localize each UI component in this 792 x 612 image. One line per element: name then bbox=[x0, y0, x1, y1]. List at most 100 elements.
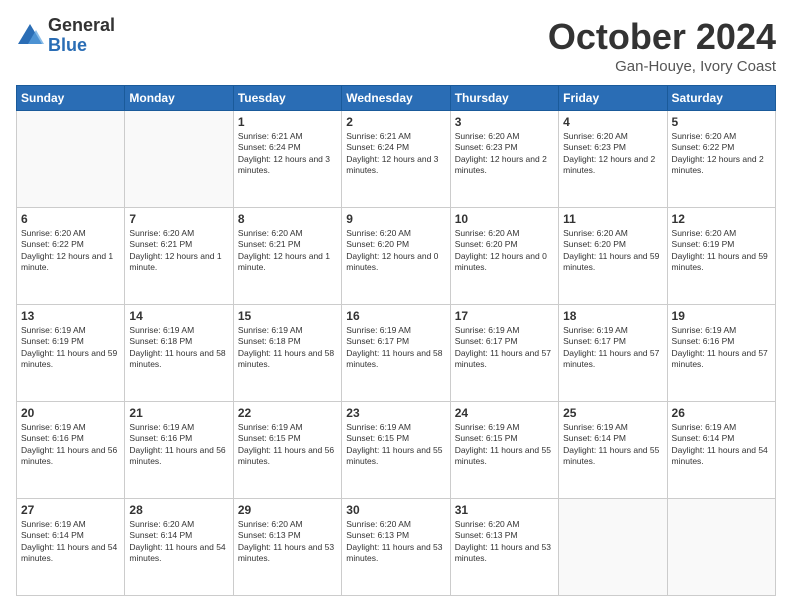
logo-general: General bbox=[48, 16, 115, 36]
day-number: 19 bbox=[672, 309, 771, 323]
day-number: 3 bbox=[455, 115, 554, 129]
day-number: 18 bbox=[563, 309, 662, 323]
calendar-cell: 9 Sunrise: 6:20 AM Sunset: 6:20 PM Daylig… bbox=[342, 208, 450, 305]
day-info: Sunrise: 6:20 AM Sunset: 6:20 PM Dayligh… bbox=[346, 228, 445, 274]
calendar-cell: 18 Sunrise: 6:19 AM Sunset: 6:17 PM Dayli… bbox=[559, 305, 667, 402]
calendar-week-row: 20 Sunrise: 6:19 AM Sunset: 6:16 PM Dayli… bbox=[17, 402, 776, 499]
day-info: Sunrise: 6:21 AM Sunset: 6:24 PM Dayligh… bbox=[238, 131, 337, 177]
day-number: 15 bbox=[238, 309, 337, 323]
calendar-cell: 23 Sunrise: 6:19 AM Sunset: 6:15 PM Dayli… bbox=[342, 402, 450, 499]
day-number: 5 bbox=[672, 115, 771, 129]
calendar-cell: 5 Sunrise: 6:20 AM Sunset: 6:22 PM Daylig… bbox=[667, 111, 775, 208]
day-info: Sunrise: 6:20 AM Sunset: 6:23 PM Dayligh… bbox=[455, 131, 554, 177]
day-number: 23 bbox=[346, 406, 445, 420]
calendar-week-row: 1Sunrise: 6:21 AM Sunset: 6:24 PM Daylig… bbox=[17, 111, 776, 208]
day-info: Sunrise: 6:20 AM Sunset: 6:22 PM Dayligh… bbox=[672, 131, 771, 177]
calendar-cell: 8Sunrise: 6:20 AM Sunset: 6:21 PM Daylig… bbox=[233, 208, 341, 305]
day-number: 13 bbox=[21, 309, 120, 323]
day-info: Sunrise: 6:19 AM Sunset: 6:16 PM Dayligh… bbox=[672, 325, 771, 371]
day-info: Sunrise: 6:19 AM Sunset: 6:17 PM Dayligh… bbox=[563, 325, 662, 371]
weekday-header: Monday bbox=[125, 86, 233, 111]
weekday-header: Wednesday bbox=[342, 86, 450, 111]
calendar-cell bbox=[559, 499, 667, 596]
day-info: Sunrise: 6:20 AM Sunset: 6:22 PM Dayligh… bbox=[21, 228, 120, 274]
day-number: 29 bbox=[238, 503, 337, 517]
logo-text: General Blue bbox=[48, 16, 115, 56]
day-number: 17 bbox=[455, 309, 554, 323]
location: Gan-Houye, Ivory Coast bbox=[548, 58, 776, 75]
calendar-cell: 26Sunrise: 6:19 AM Sunset: 6:14 PM Dayli… bbox=[667, 402, 775, 499]
calendar-cell: 10 Sunrise: 6:20 AM Sunset: 6:20 PM Dayli… bbox=[450, 208, 558, 305]
day-number: 10 bbox=[455, 212, 554, 226]
calendar-cell: 20 Sunrise: 6:19 AM Sunset: 6:16 PM Dayli… bbox=[17, 402, 125, 499]
day-number: 2 bbox=[346, 115, 445, 129]
calendar-header-row: SundayMondayTuesdayWednesdayThursdayFrid… bbox=[17, 86, 776, 111]
weekday-header: Saturday bbox=[667, 86, 775, 111]
calendar-cell: 22 Sunrise: 6:19 AM Sunset: 6:15 PM Dayli… bbox=[233, 402, 341, 499]
calendar-cell bbox=[667, 499, 775, 596]
weekday-header: Tuesday bbox=[233, 86, 341, 111]
day-number: 6 bbox=[21, 212, 120, 226]
calendar-cell: 30 Sunrise: 6:20 AM Sunset: 6:13 PM Dayli… bbox=[342, 499, 450, 596]
calendar-cell bbox=[17, 111, 125, 208]
calendar-cell: 31Sunrise: 6:20 AM Sunset: 6:13 PM Dayli… bbox=[450, 499, 558, 596]
day-number: 9 bbox=[346, 212, 445, 226]
calendar-cell: 3 Sunrise: 6:20 AM Sunset: 6:23 PM Daylig… bbox=[450, 111, 558, 208]
day-number: 21 bbox=[129, 406, 228, 420]
calendar-cell: 25Sunrise: 6:19 AM Sunset: 6:14 PM Dayli… bbox=[559, 402, 667, 499]
calendar-cell: 14Sunrise: 6:19 AM Sunset: 6:18 PM Dayli… bbox=[125, 305, 233, 402]
day-number: 27 bbox=[21, 503, 120, 517]
calendar-cell: 28 Sunrise: 6:20 AM Sunset: 6:14 PM Dayli… bbox=[125, 499, 233, 596]
calendar: SundayMondayTuesdayWednesdayThursdayFrid… bbox=[16, 85, 776, 596]
calendar-cell: 17 Sunrise: 6:19 AM Sunset: 6:17 PM Dayli… bbox=[450, 305, 558, 402]
day-info: Sunrise: 6:20 AM Sunset: 6:13 PM Dayligh… bbox=[346, 519, 445, 565]
day-number: 24 bbox=[455, 406, 554, 420]
calendar-cell: 16 Sunrise: 6:19 AM Sunset: 6:17 PM Dayli… bbox=[342, 305, 450, 402]
day-number: 25 bbox=[563, 406, 662, 420]
page: General Blue October 2024 Gan-Houye, Ivo… bbox=[0, 0, 792, 612]
day-info: Sunrise: 6:19 AM Sunset: 6:15 PM Dayligh… bbox=[238, 422, 337, 468]
month-title: October 2024 bbox=[548, 16, 776, 58]
title-area: October 2024 Gan-Houye, Ivory Coast bbox=[548, 16, 776, 75]
day-info: Sunrise: 6:20 AM Sunset: 6:14 PM Dayligh… bbox=[129, 519, 228, 565]
day-number: 22 bbox=[238, 406, 337, 420]
day-info: Sunrise: 6:20 AM Sunset: 6:13 PM Dayligh… bbox=[238, 519, 337, 565]
day-number: 4 bbox=[563, 115, 662, 129]
day-info: Sunrise: 6:20 AM Sunset: 6:19 PM Dayligh… bbox=[672, 228, 771, 274]
day-info: Sunrise: 6:21 AM Sunset: 6:24 PM Dayligh… bbox=[346, 131, 445, 177]
day-info: Sunrise: 6:19 AM Sunset: 6:15 PM Dayligh… bbox=[346, 422, 445, 468]
day-info: Sunrise: 6:19 AM Sunset: 6:16 PM Dayligh… bbox=[21, 422, 120, 468]
day-number: 14 bbox=[129, 309, 228, 323]
day-number: 20 bbox=[21, 406, 120, 420]
calendar-cell: 21Sunrise: 6:19 AM Sunset: 6:16 PM Dayli… bbox=[125, 402, 233, 499]
weekday-header: Sunday bbox=[17, 86, 125, 111]
day-info: Sunrise: 6:20 AM Sunset: 6:23 PM Dayligh… bbox=[563, 131, 662, 177]
calendar-cell: 2 Sunrise: 6:21 AM Sunset: 6:24 PM Daylig… bbox=[342, 111, 450, 208]
day-number: 16 bbox=[346, 309, 445, 323]
day-info: Sunrise: 6:19 AM Sunset: 6:14 PM Dayligh… bbox=[21, 519, 120, 565]
calendar-cell: 29 Sunrise: 6:20 AM Sunset: 6:13 PM Dayli… bbox=[233, 499, 341, 596]
day-info: Sunrise: 6:19 AM Sunset: 6:17 PM Dayligh… bbox=[455, 325, 554, 371]
calendar-week-row: 27 Sunrise: 6:19 AM Sunset: 6:14 PM Dayli… bbox=[17, 499, 776, 596]
day-number: 28 bbox=[129, 503, 228, 517]
day-number: 8 bbox=[238, 212, 337, 226]
calendar-week-row: 13 Sunrise: 6:19 AM Sunset: 6:19 PM Dayli… bbox=[17, 305, 776, 402]
calendar-cell: 15Sunrise: 6:19 AM Sunset: 6:18 PM Dayli… bbox=[233, 305, 341, 402]
day-info: Sunrise: 6:20 AM Sunset: 6:20 PM Dayligh… bbox=[563, 228, 662, 274]
day-info: Sunrise: 6:19 AM Sunset: 6:17 PM Dayligh… bbox=[346, 325, 445, 371]
day-info: Sunrise: 6:19 AM Sunset: 6:19 PM Dayligh… bbox=[21, 325, 120, 371]
day-number: 11 bbox=[563, 212, 662, 226]
day-info: Sunrise: 6:20 AM Sunset: 6:20 PM Dayligh… bbox=[455, 228, 554, 274]
calendar-week-row: 6 Sunrise: 6:20 AM Sunset: 6:22 PM Daylig… bbox=[17, 208, 776, 305]
calendar-cell: 12Sunrise: 6:20 AM Sunset: 6:19 PM Dayli… bbox=[667, 208, 775, 305]
day-info: Sunrise: 6:19 AM Sunset: 6:15 PM Dayligh… bbox=[455, 422, 554, 468]
day-number: 30 bbox=[346, 503, 445, 517]
header: General Blue October 2024 Gan-Houye, Ivo… bbox=[16, 16, 776, 75]
day-info: Sunrise: 6:19 AM Sunset: 6:14 PM Dayligh… bbox=[672, 422, 771, 468]
calendar-cell: 1Sunrise: 6:21 AM Sunset: 6:24 PM Daylig… bbox=[233, 111, 341, 208]
weekday-header: Thursday bbox=[450, 86, 558, 111]
day-info: Sunrise: 6:20 AM Sunset: 6:21 PM Dayligh… bbox=[129, 228, 228, 274]
calendar-cell: 4 Sunrise: 6:20 AM Sunset: 6:23 PM Daylig… bbox=[559, 111, 667, 208]
calendar-cell: 11 Sunrise: 6:20 AM Sunset: 6:20 PM Dayli… bbox=[559, 208, 667, 305]
logo: General Blue bbox=[16, 16, 115, 56]
